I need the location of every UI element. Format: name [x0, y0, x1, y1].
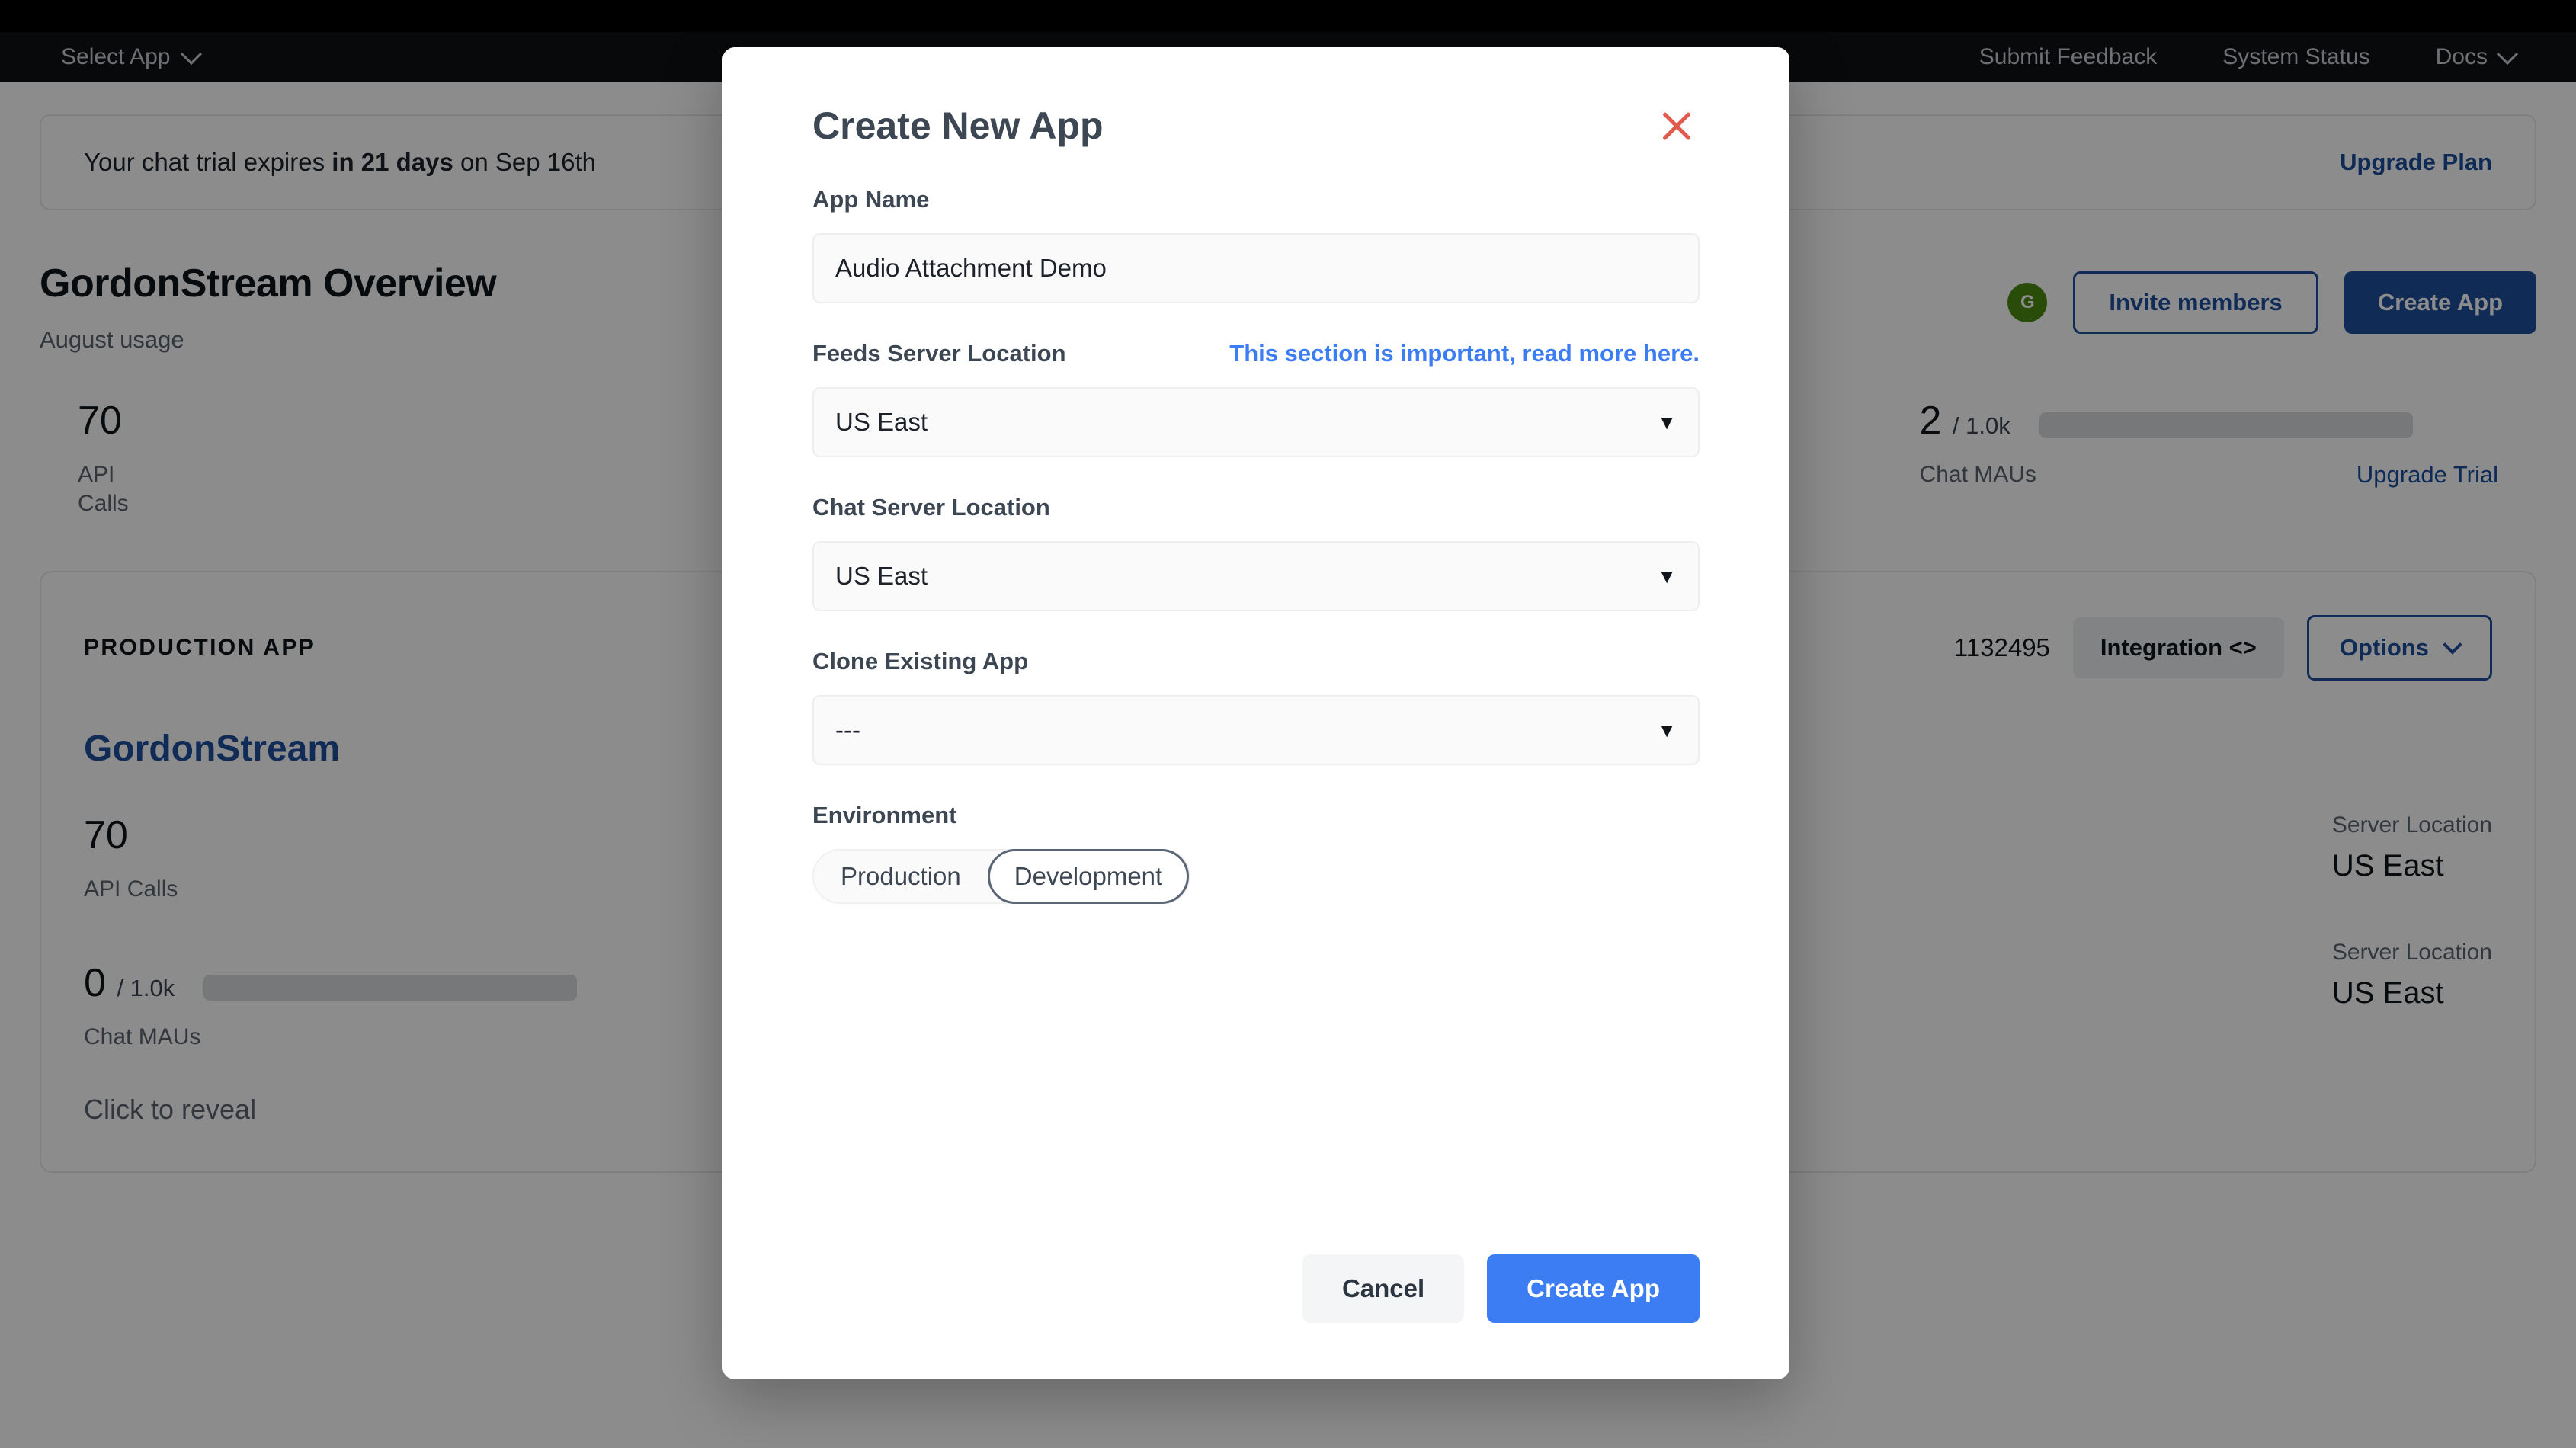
- close-icon[interactable]: [1654, 104, 1700, 149]
- clone-app-field-head: Clone Existing App: [812, 648, 1700, 675]
- feeds-server-location-value: US East: [835, 408, 928, 436]
- chat-server-location-label: Chat Server Location: [812, 494, 1050, 521]
- chat-server-location-select[interactable]: US East ▼: [812, 541, 1700, 611]
- chat-server-location-field: Chat Server Location US East ▼: [812, 494, 1700, 611]
- create-app-submit-button[interactable]: Create App: [1487, 1254, 1700, 1323]
- app-name-input[interactable]: Audio Attachment Demo: [812, 233, 1700, 303]
- app-screen: Select App Submit Feedback System Status…: [0, 0, 2576, 1448]
- clone-existing-app-select[interactable]: --- ▼: [812, 695, 1700, 765]
- feeds-server-location-field: Feeds Server Location This section is im…: [812, 340, 1700, 457]
- modal-footer: Cancel Create App: [812, 1254, 1700, 1379]
- chat-server-location-value: US East: [835, 562, 928, 590]
- app-name-label: App Name: [812, 186, 930, 213]
- create-new-app-modal: Create New App App Name Audio Attachment…: [722, 47, 1789, 1379]
- environment-option-production[interactable]: Production: [814, 849, 988, 904]
- chevron-down-icon: ▼: [1657, 410, 1677, 434]
- chat-server-field-head: Chat Server Location: [812, 494, 1700, 521]
- environment-option-development[interactable]: Development: [987, 849, 1190, 904]
- feeds-server-location-select[interactable]: US East ▼: [812, 387, 1700, 457]
- chevron-down-icon: ▼: [1657, 564, 1677, 588]
- environment-segmented-control: Production Development: [812, 849, 1191, 904]
- chevron-down-icon: ▼: [1657, 718, 1677, 742]
- clone-existing-app-label: Clone Existing App: [812, 648, 1029, 674]
- cancel-button[interactable]: Cancel: [1302, 1254, 1465, 1323]
- feeds-server-info-link[interactable]: This section is important, read more her…: [1229, 340, 1700, 367]
- modal-title: Create New App: [812, 104, 1104, 147]
- environment-field-head: Environment: [812, 802, 1700, 829]
- app-name-field: App Name Audio Attachment Demo: [812, 186, 1700, 303]
- clone-existing-app-value: ---: [835, 716, 860, 744]
- environment-field: Environment Production Development: [812, 802, 1700, 904]
- feeds-server-field-head: Feeds Server Location This section is im…: [812, 340, 1700, 367]
- environment-label: Environment: [812, 802, 957, 828]
- feeds-server-location-label: Feeds Server Location: [812, 340, 1066, 367]
- app-name-field-head: App Name: [812, 186, 1700, 213]
- clone-existing-app-field: Clone Existing App --- ▼: [812, 648, 1700, 765]
- modal-header: Create New App: [812, 104, 1700, 149]
